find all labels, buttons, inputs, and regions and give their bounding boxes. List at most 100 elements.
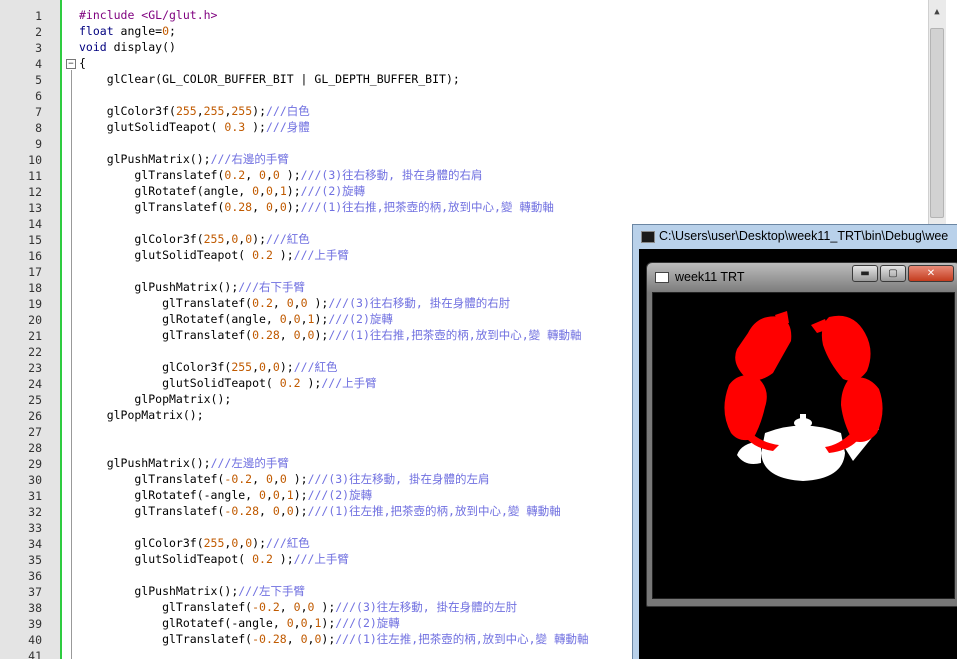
code-token: 255	[231, 104, 253, 118]
code-token: );	[314, 328, 329, 342]
code-token: 1	[279, 184, 287, 198]
line-number: 9	[35, 137, 42, 151]
line-number: 28	[28, 441, 42, 455]
code-token: -0.28	[224, 504, 260, 518]
code-token: );	[307, 296, 329, 310]
code-token: );	[252, 232, 267, 246]
code-line: glTranslatef(0.2, 0,0 );///(3)往右移動, 掛在身體…	[79, 167, 483, 183]
code-token: ;	[169, 24, 176, 38]
code-token: glTranslatef(	[79, 600, 253, 614]
code-line: glTranslatef(0.28, 0,0);///(1)往右推,把茶壺的柄,…	[79, 199, 554, 215]
console-app-icon	[641, 231, 655, 243]
code-token: );	[252, 104, 267, 118]
code-token: 0.2	[224, 168, 246, 182]
line-number: 2	[35, 25, 42, 39]
code-line: glutSolidTeapot( 0.3 );///身體	[79, 119, 310, 135]
code-token: 0	[293, 600, 301, 614]
code-token: ,	[252, 472, 266, 486]
code-token: ,	[265, 360, 273, 374]
code-line: glRotatef(angle, 0,0,1);///(2)旋轉	[79, 183, 365, 199]
code-token: 0	[259, 168, 266, 182]
line-number: 15	[28, 233, 42, 247]
code-line: void display()	[79, 39, 176, 55]
code-token: ,	[259, 504, 273, 518]
code-token: ///上手臂	[293, 248, 349, 262]
code-token: ///(2)旋轉	[335, 616, 400, 630]
fold-guide-line	[71, 70, 72, 659]
opengl-canvas[interactable]	[652, 292, 955, 599]
code-token: 0	[259, 360, 266, 374]
code-token: glColor3f(	[79, 536, 204, 550]
line-number: 24	[28, 377, 42, 391]
code-token: ///白色	[266, 104, 310, 118]
code-token: glTranslatef(	[79, 472, 225, 486]
code-token: glutSolidTeapot(	[79, 120, 225, 134]
code-token: );	[321, 616, 336, 630]
code-token: ///上手臂	[293, 552, 349, 566]
scrollbar-thumb[interactable]	[930, 28, 944, 218]
code-token: glTranslatef(	[79, 504, 225, 518]
code-token: 0	[265, 200, 273, 214]
code-token: );	[286, 200, 301, 214]
code-token: ,	[272, 184, 280, 198]
code-token: ///(2)旋轉	[300, 184, 366, 198]
code-token: glColor3f(	[79, 360, 232, 374]
code-token: );	[300, 376, 322, 390]
code-token: ,	[252, 360, 260, 374]
code-token: ,	[272, 472, 280, 486]
code-line: #include <GL/glut.h>	[79, 7, 217, 23]
code-token: float	[79, 24, 114, 38]
code-token: 0	[272, 360, 280, 374]
line-number: 39	[28, 617, 42, 631]
code-line: {	[79, 55, 86, 71]
code-token: 0	[272, 504, 280, 518]
fold-toggle-icon[interactable]: −	[66, 59, 76, 69]
code-token: 255	[203, 232, 225, 246]
line-number: 21	[28, 329, 42, 343]
line-number: 19	[28, 297, 42, 311]
line-number: 22	[28, 345, 42, 359]
code-token: glTranslatef(	[79, 200, 225, 214]
code-token: 0.3	[224, 120, 246, 134]
code-token: glTranslatef(	[79, 632, 253, 646]
code-token: 0	[265, 472, 273, 486]
code-token: ///(3)往右移動, 掛在身體的右肩	[300, 168, 483, 182]
code-token: display()	[106, 40, 176, 54]
code-line: glPushMatrix();///左邊的手臂	[79, 455, 289, 471]
code-line: glutSolidTeapot( 0.2 );///上手臂	[79, 375, 377, 391]
code-token: ,	[272, 296, 287, 310]
line-number: 33	[28, 521, 42, 535]
code-token: );	[293, 488, 308, 502]
code-token: ,	[279, 600, 294, 614]
line-number: 37	[28, 585, 42, 599]
code-line: glTranslatef(-0.28, 0,0);///(1)往左推,把茶壺的柄…	[79, 631, 588, 647]
line-number: 5	[35, 73, 42, 87]
code-token: );	[245, 120, 266, 134]
code-token: ///(1)往右推,把茶壺的柄,放到中心,變 轉動軸	[300, 200, 554, 214]
line-number: 27	[28, 425, 42, 439]
code-token: ,	[300, 312, 308, 326]
code-token: ,	[272, 200, 280, 214]
glut-window[interactable]: week11 TRT ▬ ▢ ✕	[646, 262, 957, 607]
line-number: 3	[35, 41, 42, 55]
code-token: glPushMatrix();	[79, 584, 239, 598]
code-line: glTranslatef(0.28, 0,0);///(1)往右推,把茶壺的柄,…	[79, 327, 581, 343]
line-number: 41	[28, 649, 42, 659]
close-button[interactable]: ✕	[908, 265, 954, 282]
line-number: 18	[28, 281, 42, 295]
code-token: {	[79, 56, 86, 70]
code-token: -0.28	[252, 632, 287, 646]
code-token: );	[272, 248, 294, 262]
code-token: 0	[272, 488, 280, 502]
code-token: 0	[259, 488, 266, 502]
code-token: glPushMatrix();	[79, 456, 211, 470]
minimize-button[interactable]: ▬	[852, 265, 878, 282]
code-token: ,	[286, 312, 294, 326]
scroll-up-arrow-icon[interactable]: ▲	[930, 7, 944, 21]
code-line: glColor3f(255,255,255);///白色	[79, 103, 310, 119]
maximize-button[interactable]: ▢	[880, 265, 906, 282]
code-token: );	[286, 184, 301, 198]
code-token: );	[293, 504, 308, 518]
code-token: 0	[279, 312, 287, 326]
code-token: ///(2)旋轉	[328, 312, 393, 326]
